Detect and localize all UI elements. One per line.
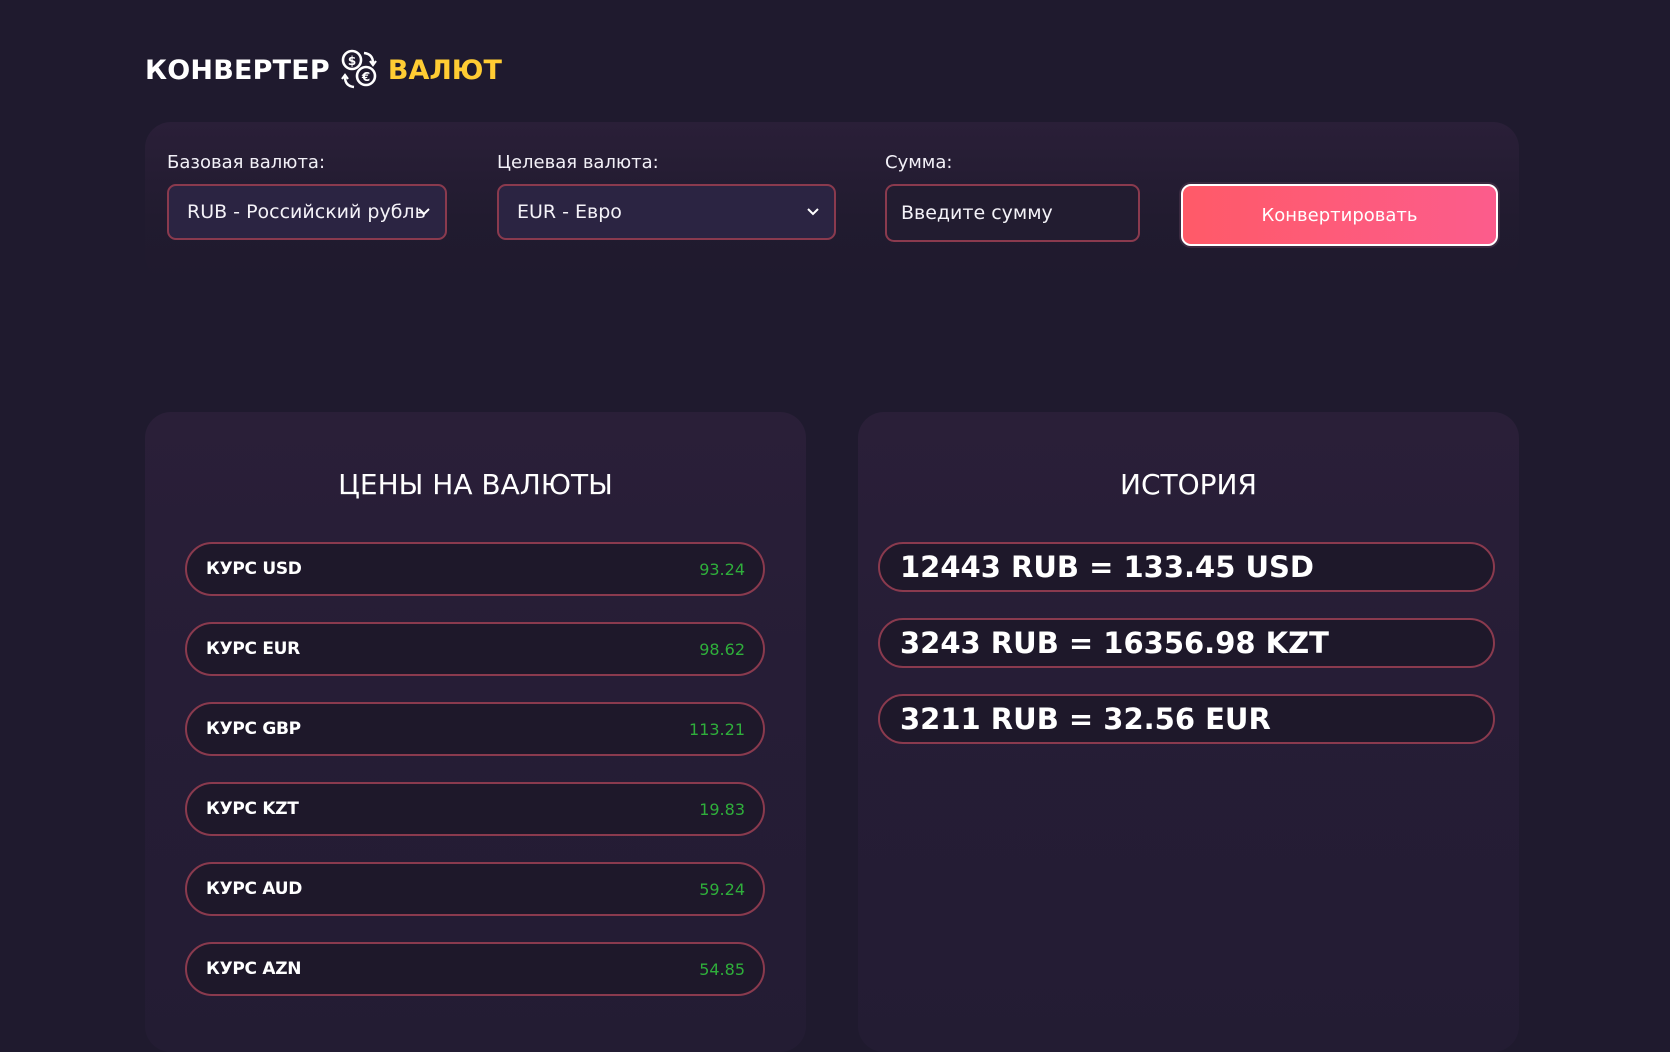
svg-text:€: € xyxy=(361,70,370,84)
target-currency-select[interactable]: EUR - Евро xyxy=(497,184,836,240)
amount-placeholder: Введите сумму xyxy=(901,202,1053,224)
rate-value: 19.83 xyxy=(699,799,745,819)
rate-label: КУРС GBP xyxy=(206,719,301,739)
rate-value: 93.24 xyxy=(699,559,745,579)
page-title-part1: КОНВЕРТЕР xyxy=(145,54,330,86)
history-entry: 3211 RUB = 32.56 EUR xyxy=(878,694,1495,744)
rate-value: 59.24 xyxy=(699,879,745,899)
target-currency-value: EUR - Евро xyxy=(517,201,622,223)
rate-value: 113.21 xyxy=(689,719,745,739)
chevron-down-icon xyxy=(418,208,430,216)
currency-exchange-icon: $ € xyxy=(340,48,378,92)
history-title: ИСТОРИЯ xyxy=(1120,468,1257,501)
page-header: КОНВЕРТЕР $ € ВАЛЮТ xyxy=(145,44,502,96)
history-entry: 12443 RUB = 133.45 USD xyxy=(878,542,1495,592)
page-title-part2: ВАЛЮТ xyxy=(387,54,502,86)
rate-label: КУРС EUR xyxy=(206,639,300,659)
rate-label: КУРС KZT xyxy=(206,799,299,819)
amount-input[interactable]: Введите сумму xyxy=(885,184,1140,242)
target-currency-label: Целевая валюта: xyxy=(497,152,659,173)
base-currency-value: RUB - Российский рубль xyxy=(187,201,426,223)
rate-value: 98.62 xyxy=(699,639,745,659)
amount-label: Сумма: xyxy=(885,152,953,173)
rate-row: КУРС AZN 54.85 xyxy=(185,942,765,996)
rate-row: КУРС EUR 98.62 xyxy=(185,622,765,676)
base-currency-select[interactable]: RUB - Российский рубль xyxy=(167,184,447,240)
rate-label: КУРС AUD xyxy=(206,879,303,899)
rate-row: КУРС USD 93.24 xyxy=(185,542,765,596)
svg-text:$: $ xyxy=(348,54,356,68)
rate-row: КУРС GBP 113.21 xyxy=(185,702,765,756)
converter-panel: Базовая валюта: RUB - Российский рубль Ц… xyxy=(145,122,1519,282)
rate-row: КУРС AUD 59.24 xyxy=(185,862,765,916)
chevron-down-icon xyxy=(807,208,819,216)
history-entry: 3243 RUB = 16356.98 KZT xyxy=(878,618,1495,668)
history-card: ИСТОРИЯ 12443 RUB = 133.45 USD 3243 RUB … xyxy=(858,412,1519,1052)
base-currency-label: Базовая валюта: xyxy=(167,152,326,173)
convert-button[interactable]: Конвертировать xyxy=(1181,184,1498,246)
rate-label: КУРС AZN xyxy=(206,959,302,979)
rate-value: 54.85 xyxy=(699,959,745,979)
prices-title: ЦЕНЫ НА ВАЛЮТЫ xyxy=(338,468,613,501)
prices-card: ЦЕНЫ НА ВАЛЮТЫ КУРС USD 93.24 КУРС EUR 9… xyxy=(145,412,806,1052)
rate-row: КУРС KZT 19.83 xyxy=(185,782,765,836)
rate-label: КУРС USD xyxy=(206,559,302,579)
